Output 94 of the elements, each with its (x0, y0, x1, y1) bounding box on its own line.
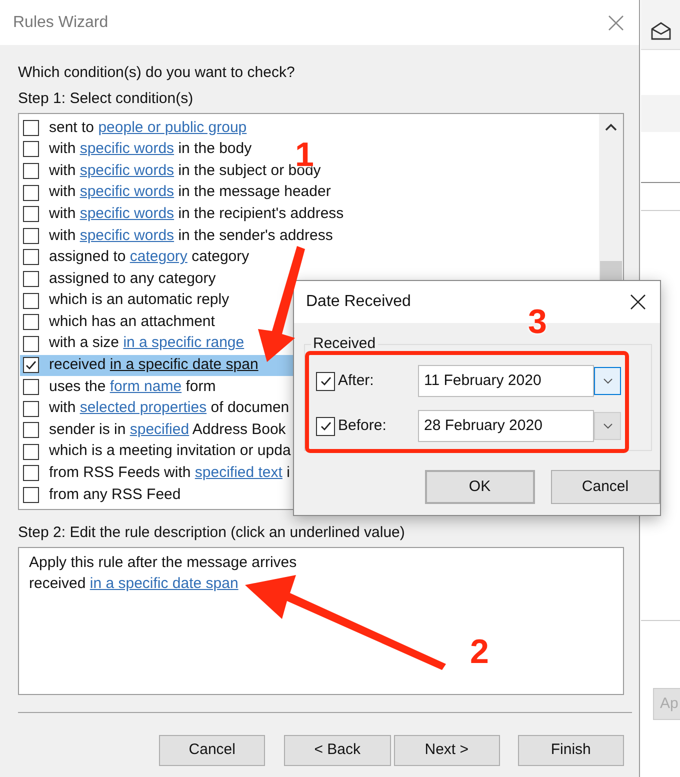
description-text: Apply this rule after the message arrives (29, 553, 298, 573)
condition-text: sent to people or public group (49, 118, 247, 138)
checkbox[interactable] (23, 162, 39, 179)
description-text: received in a specific date span (29, 574, 240, 594)
envelope-icon[interactable] (651, 22, 671, 40)
list-item[interactable]: from any RSS Feed (20, 484, 183, 506)
list-item[interactable]: with specific words in the message header (20, 182, 333, 204)
button[interactable]: Finish (518, 735, 624, 766)
list-item[interactable]: with a size in a specific range (20, 332, 246, 355)
chevron-down-icon (602, 378, 612, 384)
list-item[interactable]: from RSS Feeds with specified text i (20, 462, 292, 484)
link[interactable]: people or public group (98, 118, 247, 136)
link[interactable]: specific words (80, 204, 174, 222)
checkbox[interactable] (23, 120, 39, 136)
check-icon (320, 375, 332, 387)
checkbox[interactable] (23, 184, 39, 201)
checkbox[interactable] (23, 357, 39, 374)
checkbox[interactable] (23, 378, 39, 395)
button[interactable]: Cancel (159, 735, 266, 766)
condition-text: received in a specific date span (49, 355, 258, 376)
link[interactable]: category (130, 248, 188, 266)
list-item[interactable]: which is an automatic reply (20, 290, 232, 312)
link[interactable]: selected properties (80, 399, 207, 416)
checkbox[interactable] (23, 292, 39, 309)
checkbox[interactable] (23, 422, 39, 438)
condition-text: uses the form name form (49, 376, 216, 397)
date-field[interactable]: 28 February 2020 (418, 410, 594, 442)
section-label: Step 2: Edit the rule description (click an underlined value) (18, 524, 406, 542)
checkbox[interactable] (23, 206, 39, 222)
list-item[interactable]: assigned to any category (20, 268, 218, 290)
link[interactable]: form name (110, 378, 182, 395)
checkbox[interactable] (23, 486, 39, 503)
condition-text: assigned to any category (49, 268, 216, 289)
checkbox[interactable] (23, 314, 39, 330)
chevron-down-icon (602, 423, 612, 429)
list-item[interactable]: with selected properties of documen (20, 398, 292, 420)
window-title: Rules Wizard (13, 12, 108, 32)
condition-text: with selected properties of documen (49, 398, 290, 418)
condition-text: with specific words in the recipient's address (49, 204, 344, 224)
field-label: After: (338, 370, 375, 391)
checkbox[interactable] (23, 444, 39, 460)
checkbox[interactable] (316, 372, 335, 390)
step-number: 3 (528, 305, 547, 339)
list-item[interactable]: assigned to category category (20, 246, 252, 268)
list-item[interactable]: which has an attachment (20, 311, 217, 333)
condition-text: sender is in specified Address Book (49, 420, 286, 440)
condition-text: from RSS Feeds with specified text i (49, 463, 290, 484)
link[interactable]: in a specific range (123, 334, 244, 352)
button[interactable]: OK (425, 470, 534, 504)
link[interactable]: specific words (80, 183, 174, 200)
checkbox[interactable] (23, 270, 39, 287)
link[interactable]: specific words (80, 162, 174, 179)
condition-text: which is a meeting invitation or upda (49, 441, 291, 462)
button[interactable]: Next > (394, 735, 500, 766)
prompt-text: Which condition(s) do you want to check? (18, 64, 296, 82)
list-item[interactable]: sent to people or public group (20, 117, 249, 139)
link[interactable]: specific words (80, 140, 174, 158)
section-label: Step 1: Select condition(s) (18, 90, 194, 108)
link[interactable]: specified (130, 420, 190, 438)
checkbox[interactable] (23, 465, 39, 482)
checkbox[interactable] (23, 336, 39, 352)
link[interactable]: in a specific date span (90, 575, 238, 592)
button[interactable]: Cancel (550, 470, 660, 504)
button[interactable]: < Back (284, 735, 390, 766)
link[interactable]: specified text (194, 464, 282, 482)
close-icon[interactable] (630, 294, 646, 310)
condition-text: with specific words in the sender's address (49, 226, 333, 246)
checkbox[interactable] (23, 249, 39, 266)
list-item[interactable]: with specific words in the sender's address (20, 224, 335, 247)
step-number: 2 (470, 635, 489, 669)
dialog-title: Date Received (306, 292, 411, 312)
checkbox[interactable] (316, 416, 335, 436)
condition-text: which has an attachment (49, 312, 215, 332)
condition-text: from any RSS Feed (49, 484, 181, 505)
list-item[interactable]: uses the form name form (20, 376, 218, 398)
list-item[interactable]: with specific words in the body (20, 138, 254, 160)
condition-text: with a size in a specific range (49, 333, 244, 354)
date-field[interactable]: 11 February 2020 (418, 365, 594, 397)
checkbox[interactable] (23, 228, 39, 244)
checkbox[interactable] (23, 400, 39, 417)
condition-text: with specific words in the body (49, 139, 252, 160)
list-item[interactable]: sender is in specified Address Book (20, 419, 288, 441)
checkbox[interactable] (23, 141, 39, 158)
condition-text: assigned to category category (49, 247, 250, 268)
field-label: Before: (338, 416, 388, 436)
list-item[interactable]: with specific words in the recipient's address (20, 203, 346, 225)
condition-text: with specific words in the message header (49, 182, 331, 202)
list-item[interactable]: which is a meeting invitation or upda (20, 440, 293, 462)
check-icon (320, 420, 332, 432)
dropdown-button[interactable] (594, 367, 621, 395)
link[interactable]: specific words (80, 226, 174, 244)
check-icon (25, 359, 37, 372)
condition-text: which is an automatic reply (49, 290, 230, 310)
link[interactable]: in a specific date span (110, 356, 258, 374)
